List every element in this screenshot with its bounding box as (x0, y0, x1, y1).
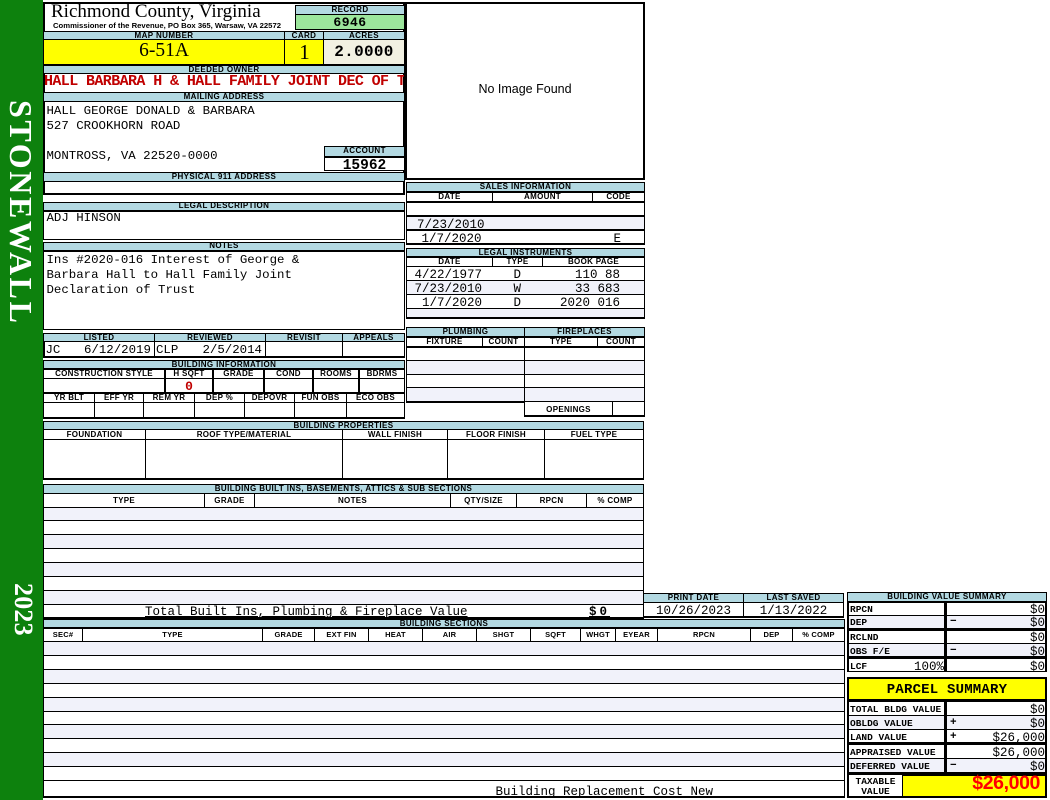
svg-text:2023: 2023 (9, 583, 38, 636)
svg-text:STONEWALL: STONEWALL (3, 100, 39, 326)
